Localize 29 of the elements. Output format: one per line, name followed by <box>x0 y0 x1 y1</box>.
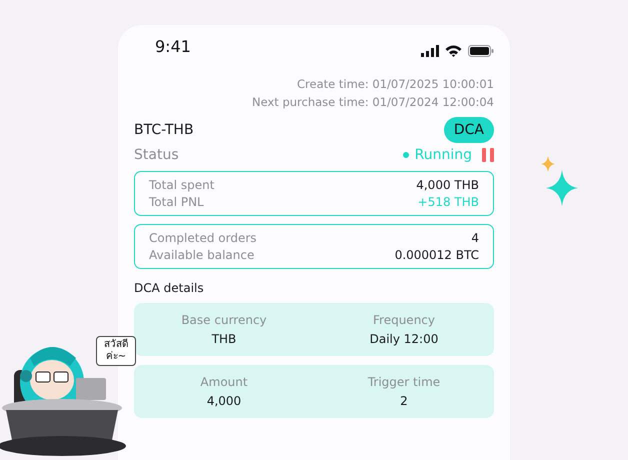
battery-icon <box>468 45 494 57</box>
summary-label: Total spent <box>149 178 214 192</box>
next-purchase-time: Next purchase time: 01/07/2024 12:00:04 <box>251 94 494 111</box>
clock-time: 9:41 <box>155 36 191 56</box>
status-value: Running <box>402 147 472 163</box>
section-title: DCA details <box>134 281 205 295</box>
summary-value: 0.000012 BTC <box>394 248 479 262</box>
speech-bubble: สวัสดี ค่ะ~ <box>96 336 136 366</box>
strategy-badge: DCA <box>444 117 494 143</box>
detail-label: Trigger time <box>368 375 440 389</box>
summary-label: Total PNL <box>149 195 204 209</box>
wifi-icon <box>445 45 462 57</box>
signal-icon <box>421 45 439 57</box>
summary-value: 4 <box>471 231 479 245</box>
detail-label: Frequency <box>373 313 435 327</box>
detail-label: Amount <box>200 375 248 389</box>
summary-label: Completed orders <box>149 231 257 245</box>
detail-label: Base currency <box>181 313 267 327</box>
status-label: Status <box>134 147 179 163</box>
detail-value: 2 <box>400 394 408 408</box>
pause-icon[interactable] <box>482 148 494 162</box>
detail-value: 4,000 <box>206 394 242 408</box>
detail-value: Daily 12:00 <box>370 332 438 346</box>
summary-value: 4,000 THB <box>416 178 479 192</box>
detail-value: THB <box>212 332 236 346</box>
trading-pair: BTC-THB <box>134 122 194 138</box>
summary-label: Available balance <box>149 248 254 262</box>
summary-value: +518 THB <box>418 195 479 209</box>
create-time: Create time: 01/07/2025 10:00:01 <box>296 76 494 93</box>
